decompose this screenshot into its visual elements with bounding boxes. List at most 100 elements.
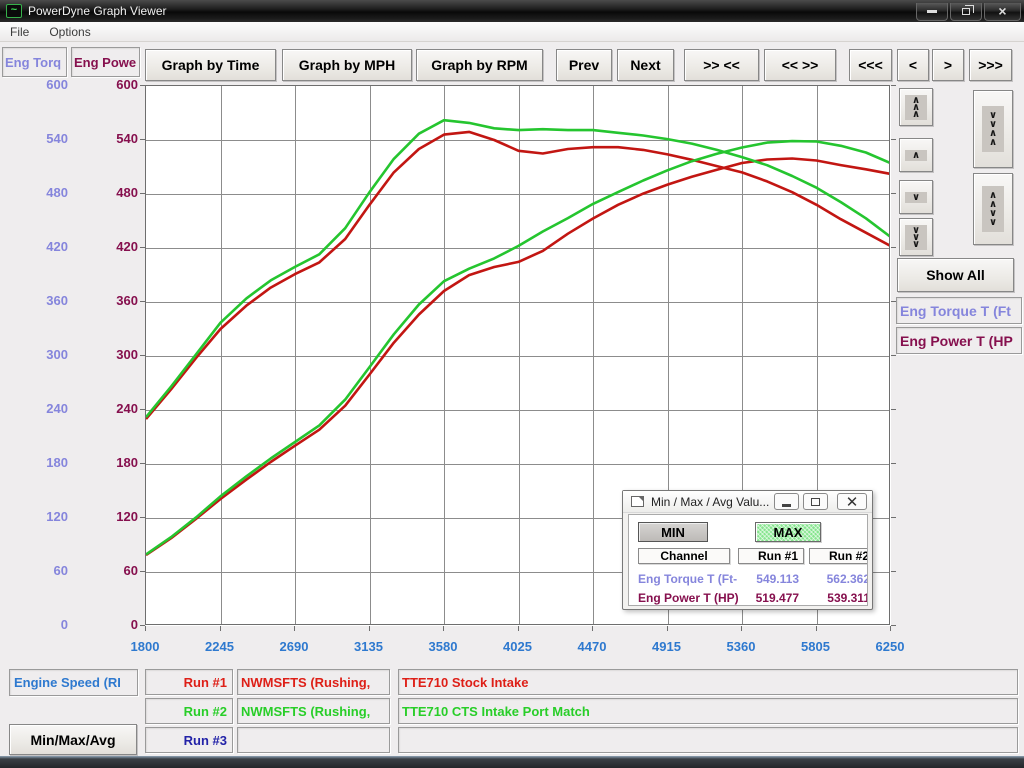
ytick-torque-420: 420 (26, 239, 68, 254)
xtick-mark (816, 626, 817, 631)
run2-label-box[interactable]: Run #2 (145, 698, 233, 724)
xtick-mark (220, 626, 221, 631)
ytick-mark (891, 193, 896, 194)
xtick-1800: 1800 (113, 639, 177, 654)
minmax-row2-run2-value: 539.311 (809, 591, 868, 605)
minmax-close-button[interactable]: ✕ (837, 493, 867, 510)
ytick-mark (140, 301, 145, 302)
next-button[interactable]: Next (617, 49, 674, 81)
scroll-right-button[interactable]: > (932, 49, 964, 81)
minmax-restore-icon (811, 498, 820, 506)
menu-options[interactable]: Options (39, 22, 100, 41)
show-all-button[interactable]: Show All (897, 258, 1014, 292)
minmaxavg-label: Min/Max/Avg (30, 732, 115, 748)
scroll-down-button[interactable]: ∨ (899, 180, 933, 214)
menu-file[interactable]: File (0, 22, 39, 41)
ytick-torque-60: 60 (26, 563, 68, 578)
scroll-top-button[interactable]: ∧∧∧ (899, 88, 933, 126)
ytick-mark (140, 193, 145, 194)
run1-label-box[interactable]: Run #1 (145, 669, 233, 695)
minmax-row2-run1-value: 519.477 (738, 591, 799, 605)
legend-torque-channel[interactable]: Eng Torque T (Ft (896, 297, 1022, 324)
legend-power-channel[interactable]: Eng Power T (HP (896, 327, 1022, 354)
power-axis-channel-button[interactable]: Eng Powe (71, 47, 140, 77)
zoom-out-y-button[interactable]: ∧∧∨∨ (973, 173, 1013, 245)
run2-description-field[interactable]: TTE710 CTS Intake Port Match (398, 698, 1018, 724)
window-bottom-border (0, 756, 1024, 768)
title-bar[interactable]: ~ PowerDyne Graph Viewer × (0, 0, 1024, 22)
run1-comment-field[interactable]: NWMSFTS (Rushing, (237, 669, 390, 695)
chevrons-expand-vertical-icon: ∧∧∨∨ (982, 186, 1004, 232)
ytick-power-240: 240 (96, 401, 138, 416)
close-button[interactable]: × (984, 3, 1021, 21)
prev-button[interactable]: Prev (556, 49, 612, 81)
min-toggle-button[interactable]: MIN (638, 522, 708, 542)
xtick-4915: 4915 (635, 639, 699, 654)
run2-header-label: Run #2 (829, 549, 868, 563)
ytick-mark (140, 463, 145, 464)
ytick-mark (891, 517, 896, 518)
x-axis-channel-button[interactable]: Engine Speed (RI (9, 669, 138, 696)
chevrons-collapse-vertical-icon: ∨∨∧∧ (982, 106, 1004, 152)
xtick-mark (145, 626, 146, 631)
xtick-5360: 5360 (709, 639, 773, 654)
minmax-window-title: Min / Max / Avg Valu... (651, 495, 769, 509)
xtick-mark (369, 626, 370, 631)
ytick-mark (140, 355, 145, 356)
ytick-mark (891, 463, 896, 464)
ytick-mark (891, 139, 896, 140)
torque-axis-channel-button[interactable]: Eng Torq (2, 47, 67, 77)
scroll-up-button[interactable]: ∧ (899, 138, 933, 172)
graph-by-time-button[interactable]: Graph by Time (145, 49, 276, 81)
ytick-mark (140, 139, 145, 140)
max-toggle-button[interactable]: MAX (755, 522, 821, 542)
run1-description-field[interactable]: TTE710 Stock Intake (398, 669, 1018, 695)
column-header-run2[interactable]: Run #2 (809, 548, 868, 564)
xtick-mark (890, 626, 891, 631)
column-header-run1[interactable]: Run #1 (738, 548, 804, 564)
scroll-far-left-button[interactable]: <<< (849, 49, 892, 81)
minmax-window-titlebar[interactable]: Min / Max / Avg Valu... ✕ (623, 491, 872, 513)
minmax-restore-button[interactable] (803, 493, 828, 510)
zoom-in-y-button[interactable]: ∨∨∧∧ (973, 90, 1013, 168)
power-axis-label: Eng Powe (74, 55, 136, 70)
restore-button[interactable] (950, 3, 982, 21)
xtick-mark (667, 626, 668, 631)
x-axis-channel-label: Engine Speed (RI (14, 675, 121, 690)
ytick-power-540: 540 (96, 131, 138, 146)
minimize-icon (927, 10, 937, 13)
xtick-4470: 4470 (560, 639, 624, 654)
graph-by-rpm-button[interactable]: Graph by RPM (416, 49, 543, 81)
graph-by-mph-button[interactable]: Graph by MPH (282, 49, 412, 81)
minimize-button[interactable] (916, 3, 948, 21)
ytick-power-0: 0 (96, 617, 138, 632)
ytick-torque-540: 540 (26, 131, 68, 146)
xtick-2245: 2245 (188, 639, 252, 654)
ytick-mark (891, 85, 896, 86)
scroll-left-button[interactable]: < (897, 49, 929, 81)
chevron-down-icon: ∨ (905, 192, 927, 203)
xtick-2690: 2690 (262, 639, 326, 654)
ytick-mark (140, 517, 145, 518)
column-header-channel[interactable]: Channel (638, 548, 730, 564)
zoom-out-x-button[interactable]: << >> (764, 49, 836, 81)
run2-comment-field[interactable]: NWMSFTS (Rushing, (237, 698, 390, 724)
curve-run2-torque (146, 120, 889, 417)
minmaxavg-button[interactable]: Min/Max/Avg (9, 724, 137, 755)
run3-label-box[interactable]: Run #3 (145, 727, 233, 753)
xtick-mark (443, 626, 444, 631)
ytick-mark (891, 355, 896, 356)
ytick-power-300: 300 (96, 347, 138, 362)
xtick-mark (592, 626, 593, 631)
zoom-in-x-button[interactable]: >> << (684, 49, 759, 81)
ytick-torque-480: 480 (26, 185, 68, 200)
xtick-3580: 3580 (411, 639, 475, 654)
scroll-bottom-button[interactable]: ∨∨∨ (899, 218, 933, 256)
minmax-minimize-button[interactable] (774, 493, 799, 510)
run3-description-field[interactable] (398, 727, 1018, 753)
run3-comment-field[interactable] (237, 727, 390, 753)
minmax-window-icon (631, 496, 644, 507)
chevron-up-icon: ∧ (905, 150, 927, 161)
ytick-torque-360: 360 (26, 293, 68, 308)
scroll-far-right-button[interactable]: >>> (969, 49, 1012, 81)
